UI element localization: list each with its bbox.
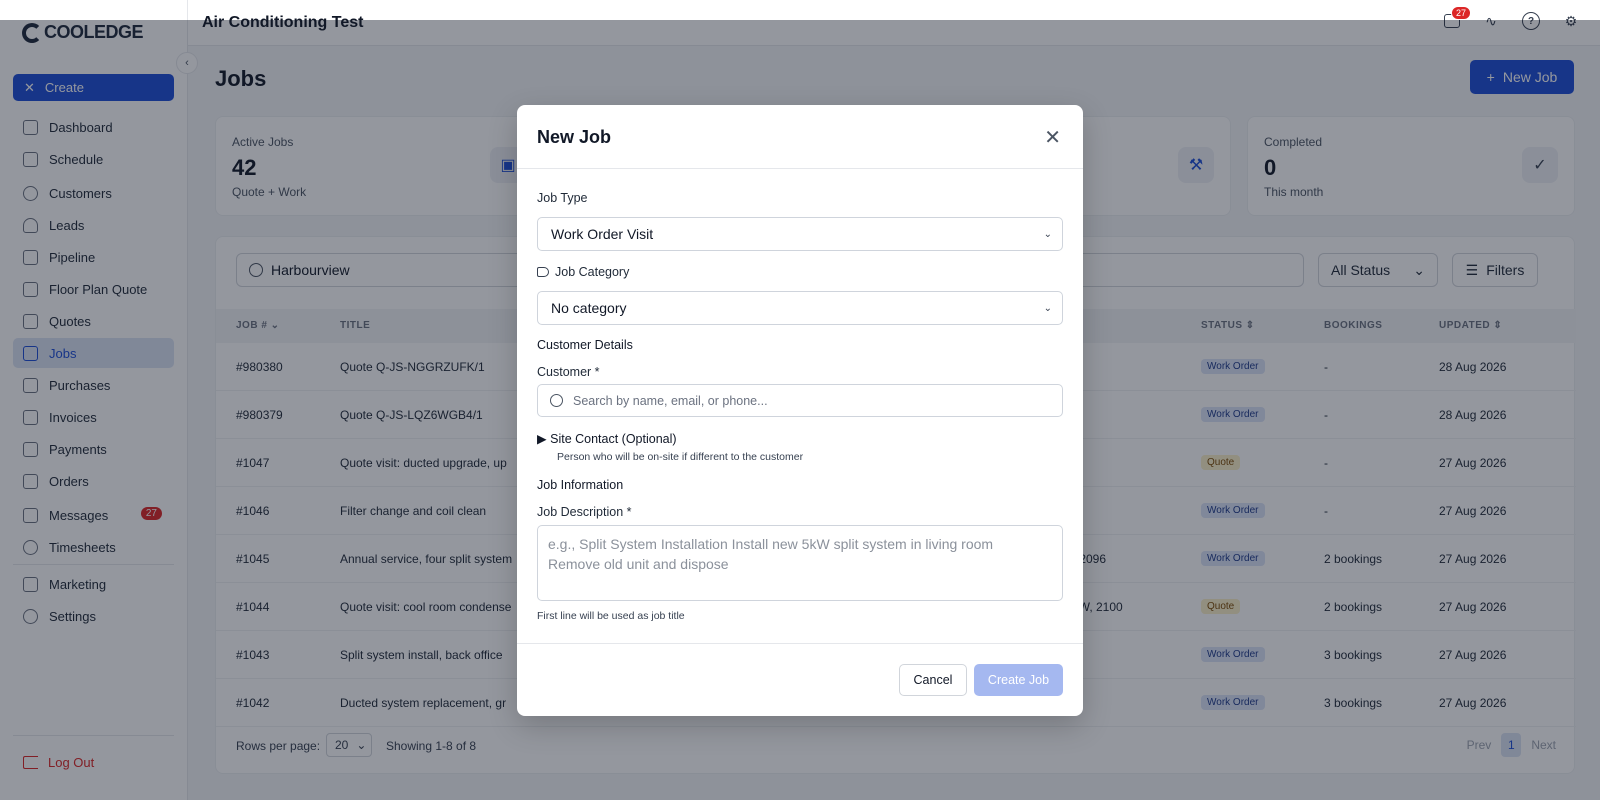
chevron-down-icon: ⌄ bbox=[1043, 302, 1052, 314]
job-category-select[interactable]: No category ⌄ bbox=[537, 291, 1063, 325]
modal-footer: Cancel Create Job bbox=[517, 643, 1083, 716]
job-type-value: Work Order Visit bbox=[551, 226, 654, 242]
job-description-textarea[interactable] bbox=[537, 525, 1063, 601]
customer-search-field[interactable] bbox=[537, 384, 1063, 417]
site-contact-help: Person who will be on-site if different … bbox=[557, 451, 804, 463]
job-description-label: Job Description * bbox=[537, 505, 632, 519]
create-job-button[interactable]: Create Job bbox=[974, 664, 1063, 696]
search-icon bbox=[550, 394, 563, 407]
job-type-select[interactable]: Work Order Visit ⌄ bbox=[537, 217, 1063, 251]
job-type-label: Job Type bbox=[537, 191, 588, 205]
chevron-down-icon: ⌄ bbox=[1043, 228, 1052, 240]
customer-search-input[interactable] bbox=[573, 393, 1053, 408]
job-category-value: No category bbox=[551, 300, 627, 316]
site-contact-toggle[interactable]: ▶ Site Contact (Optional) bbox=[537, 431, 677, 446]
modal-header: New Job ✕ bbox=[517, 105, 1083, 169]
notification-badge: 27 bbox=[1451, 6, 1472, 20]
close-icon[interactable]: ✕ bbox=[1044, 125, 1061, 150]
job-category-label: Job Category bbox=[537, 265, 629, 279]
modal-title: New Job bbox=[537, 127, 612, 147]
job-description-help: First line will be used as job title bbox=[537, 610, 685, 622]
job-information-heading: Job Information bbox=[537, 478, 624, 492]
caret-right-icon: ▶ bbox=[537, 432, 547, 446]
cancel-button[interactable]: Cancel bbox=[899, 664, 967, 696]
site-contact-label: Site Contact (Optional) bbox=[550, 432, 677, 446]
tag-icon bbox=[537, 267, 549, 277]
customer-details-heading: Customer Details bbox=[537, 338, 633, 352]
new-job-modal: New Job ✕ Job Type Work Order Visit ⌄ Jo… bbox=[517, 105, 1083, 716]
customer-label: Customer * bbox=[537, 365, 600, 379]
